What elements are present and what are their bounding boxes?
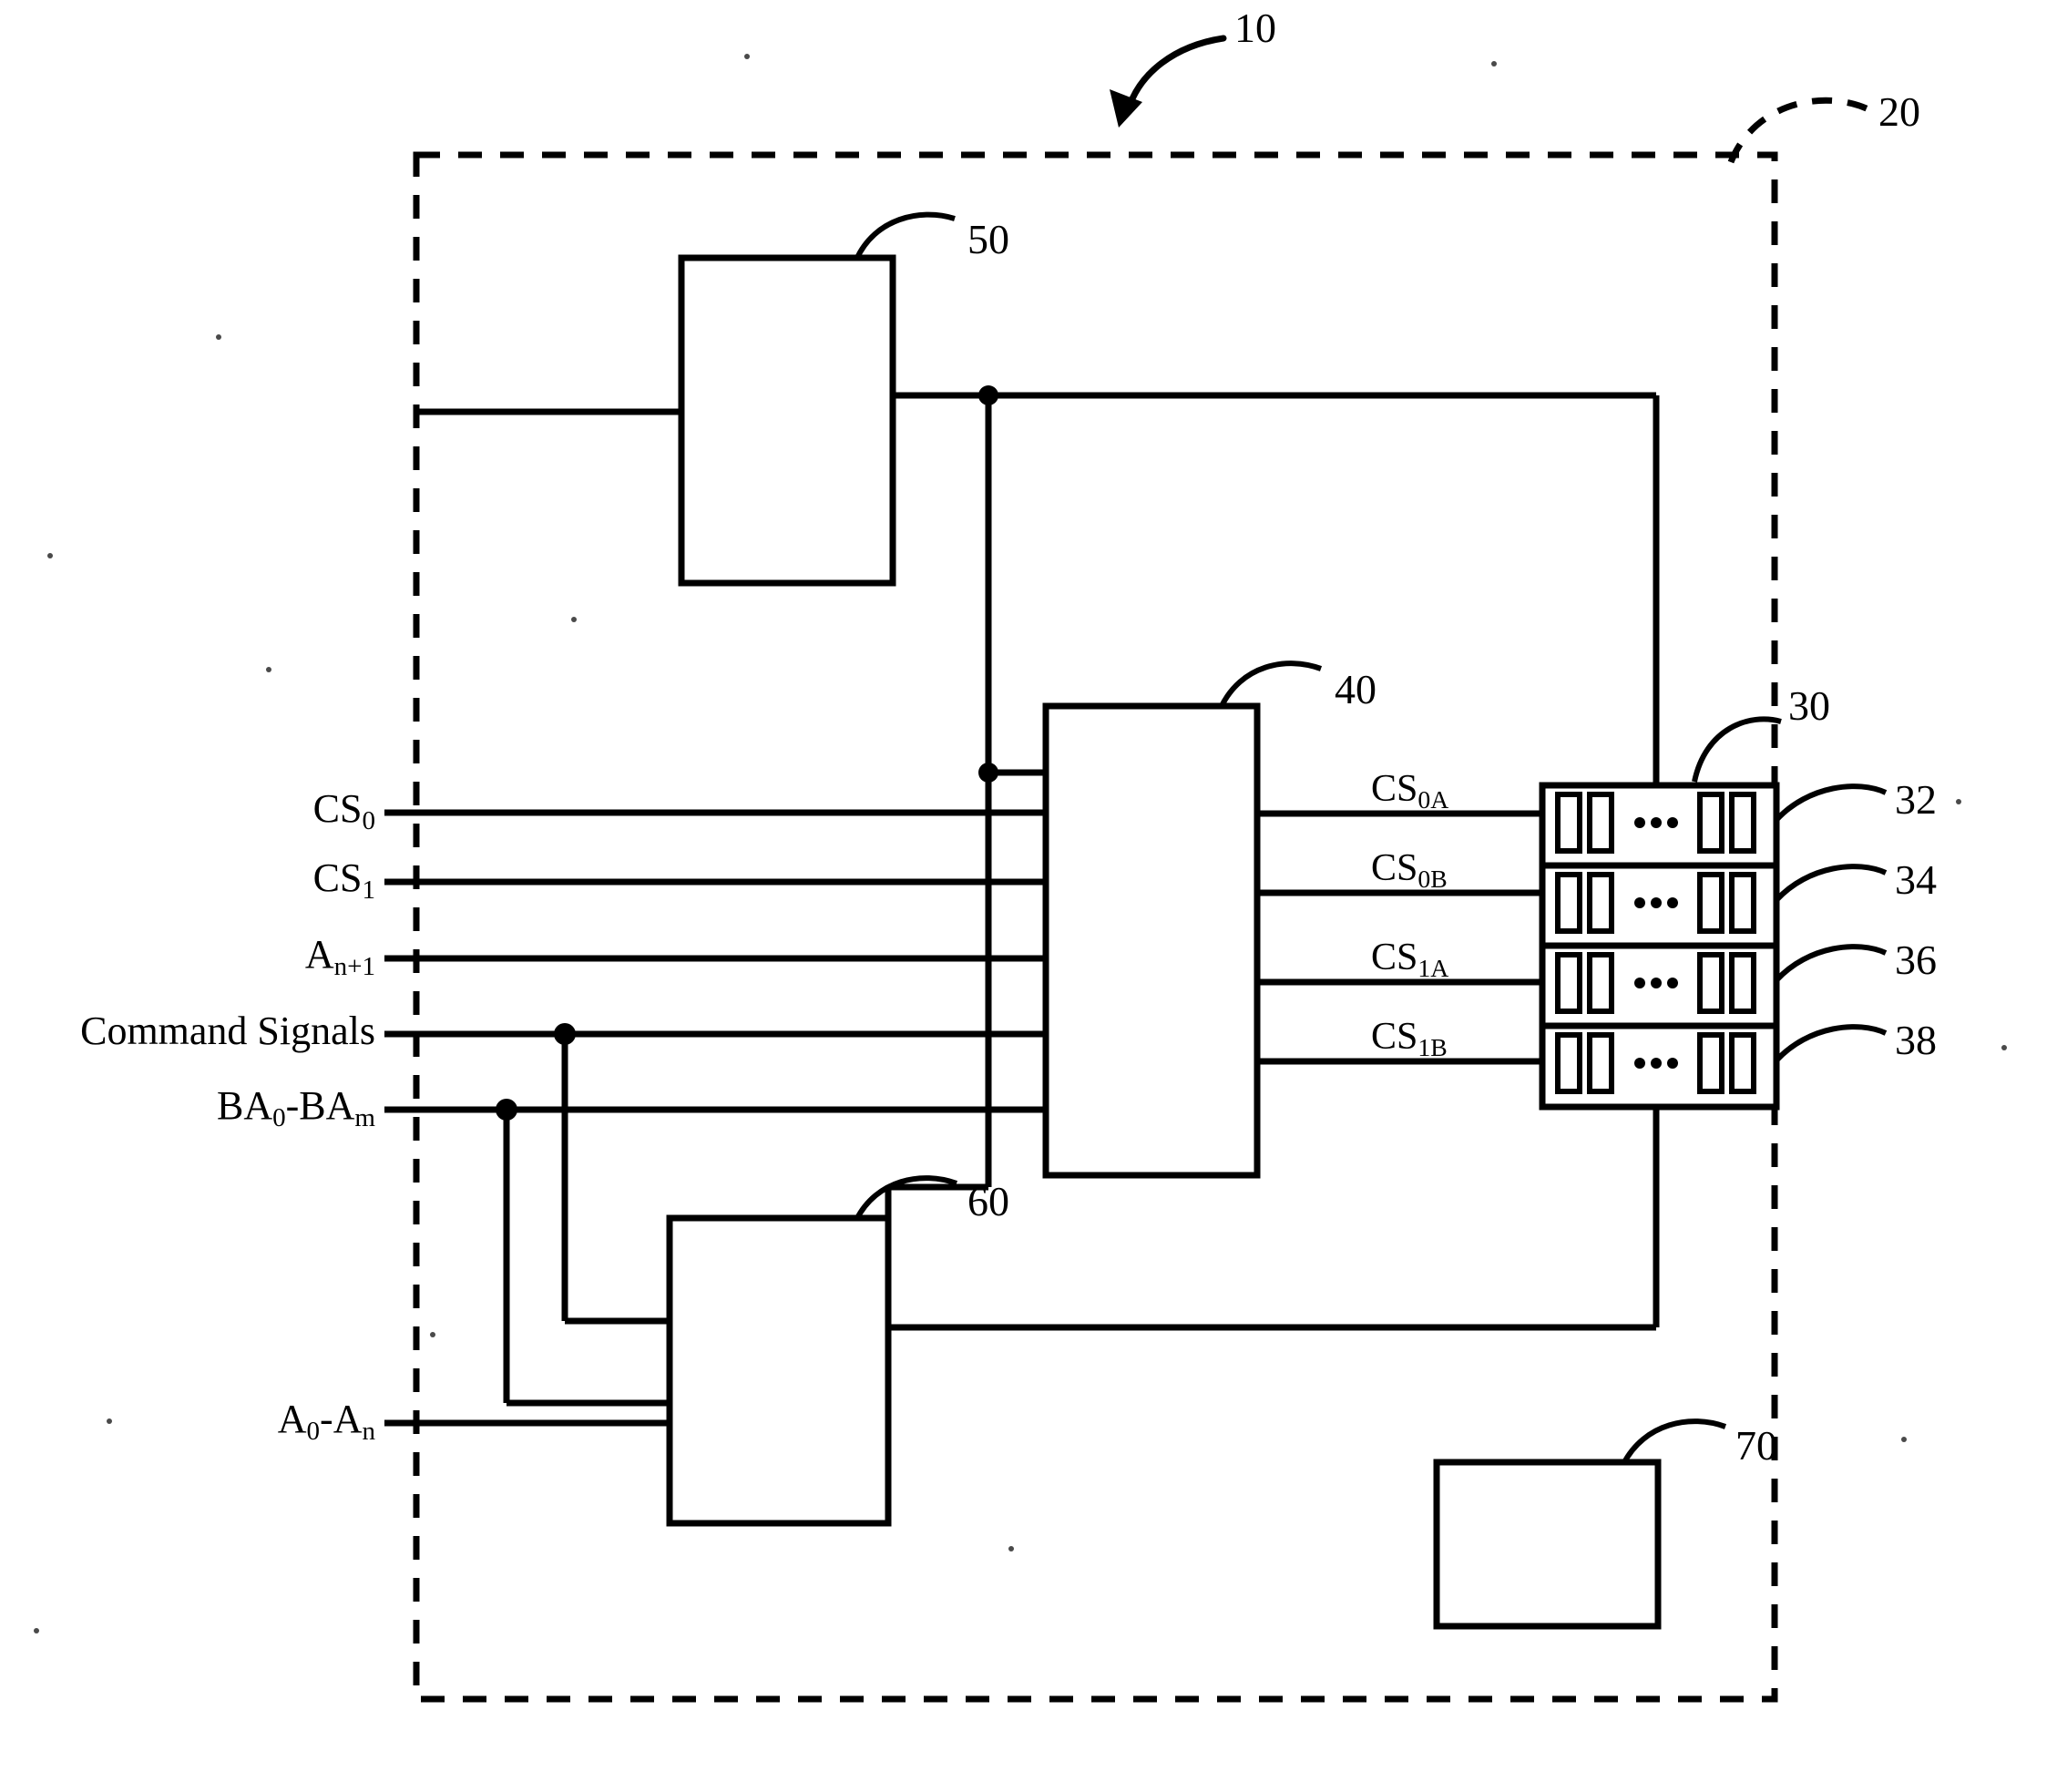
numeral-20: 20 <box>1878 88 1920 135</box>
input-label-ba0-bam: BA0-BAm <box>216 1083 375 1133</box>
output-label-cs0a: CS0A <box>1371 768 1449 814</box>
input-label-cs1: CS1 <box>312 855 375 906</box>
leader-32 <box>1774 783 1888 823</box>
numeral-40: 40 <box>1335 666 1376 712</box>
leader-38 <box>1774 1024 1888 1063</box>
leader-40 <box>1218 660 1323 710</box>
leader-50 <box>854 211 956 261</box>
numeral-70: 70 <box>1735 1422 1777 1469</box>
leader-34 <box>1774 864 1888 903</box>
input-label-cs0: CS0 <box>312 786 375 836</box>
numeral-30: 30 <box>1788 682 1830 729</box>
numeral-60: 60 <box>967 1178 1009 1224</box>
block-60[interactable] <box>666 1214 892 1527</box>
input-label-an1: An+1 <box>304 932 375 982</box>
leader-70 <box>1621 1418 1727 1466</box>
numeral-36: 36 <box>1895 937 1937 983</box>
figure-canvas: 10 20 50 40 30 60 70 32 34 36 38 CS0 CS1… <box>0 0 2057 1792</box>
numeral-10: 10 <box>1234 5 1276 51</box>
leader-36 <box>1774 944 1888 983</box>
leader-20 <box>1727 97 1874 164</box>
numeral-32: 32 <box>1895 776 1937 823</box>
input-label-a0-an: A0-An <box>277 1397 375 1447</box>
numeral-50: 50 <box>967 216 1009 262</box>
block-70[interactable] <box>1433 1459 1662 1630</box>
numeral-34: 34 <box>1895 856 1937 903</box>
output-label-cs1b: CS1B <box>1371 1016 1448 1061</box>
leader-30 <box>1692 716 1782 783</box>
leader-arrow-10 <box>1124 35 1227 115</box>
input-label-command-signals: Command Signals <box>80 1009 375 1053</box>
block-50[interactable] <box>678 254 896 587</box>
output-label-cs0b: CS0B <box>1371 847 1448 893</box>
block-40[interactable] <box>1042 702 1261 1179</box>
output-label-cs1a: CS1A <box>1371 937 1449 982</box>
numeral-38: 38 <box>1895 1017 1937 1063</box>
